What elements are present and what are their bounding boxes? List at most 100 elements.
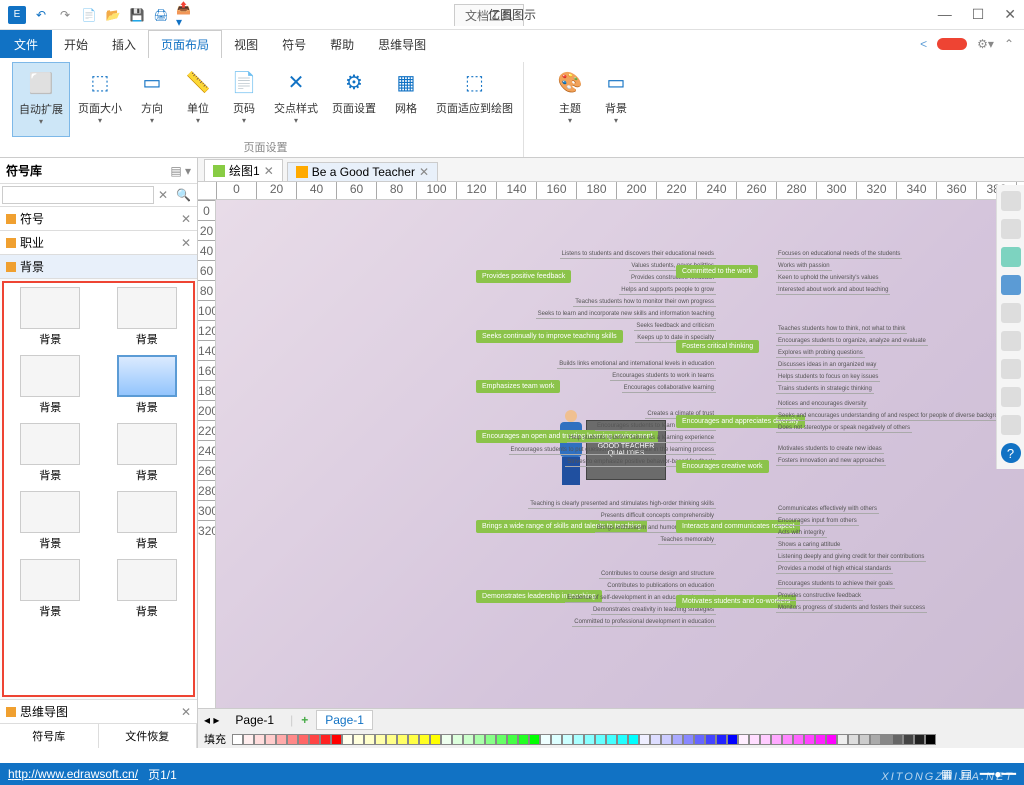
leaf[interactable]: Trains students in strategic thinking [776,385,874,394]
leaf[interactable]: Monitors progress of students and foster… [776,604,927,613]
user-badge[interactable] [937,38,967,50]
section-close-icon[interactable]: ✕ [181,705,191,719]
color-swatch[interactable] [771,734,782,745]
color-swatch[interactable] [331,734,342,745]
bg-thumb-8[interactable]: 背景 [8,559,93,619]
status-url[interactable]: http://www.edrawsoft.cn/ [8,767,138,781]
ribbon-方向[interactable]: ▭方向▾ [130,62,174,137]
color-swatch[interactable] [716,734,727,745]
maximize-icon[interactable]: ☐ [972,6,985,23]
color-swatch[interactable] [496,734,507,745]
leaf[interactable]: Fosters innovation and new approaches [776,457,886,466]
color-swatch[interactable] [892,734,903,745]
color-swatch[interactable] [628,734,639,745]
leaf[interactable]: Helps students to focus on key issues [776,373,880,382]
add-page-button[interactable]: + [301,713,308,727]
color-swatch[interactable] [518,734,529,745]
leaf[interactable]: Notices and encourages diversity [776,400,868,409]
color-swatch[interactable] [232,734,243,745]
leaf[interactable]: Provides constructive feedback [776,592,863,601]
color-swatch[interactable] [595,734,606,745]
sidebar-section-background[interactable]: 背景 [0,255,197,279]
bg-thumb-9[interactable]: 背景 [105,559,190,619]
share-icon[interactable]: < [920,37,927,51]
leaf[interactable]: Seeks and encourages understanding of an… [776,412,1013,421]
color-swatch[interactable] [617,734,628,745]
leaf[interactable]: Encourages students to put questions and… [509,446,716,455]
color-swatch[interactable] [606,734,617,745]
ribbon-网格[interactable]: ▦网格 [384,62,428,137]
color-swatch[interactable] [441,734,452,745]
color-swatch[interactable] [859,734,870,745]
leaf[interactable]: Encourages students to work in teams [610,372,716,381]
help-icon[interactable]: ? [1001,443,1021,463]
tool-globe-icon[interactable] [1001,359,1021,379]
color-swatch[interactable] [397,734,408,745]
color-swatch[interactable] [474,734,485,745]
ribbon-页面设置[interactable]: ⚙页面设置 [326,62,382,137]
doc-tab-1[interactable]: 绘图1 ✕ [204,159,283,181]
color-swatch[interactable] [870,734,881,745]
leaf[interactable]: Does not stereotype or speak negatively … [776,424,912,433]
color-swatch[interactable] [265,734,276,745]
sidebar-menu-icon[interactable]: ▤ ▾ [170,164,191,178]
ribbon-单位[interactable]: 📏单位▾ [176,62,220,137]
color-swatch[interactable] [364,734,375,745]
clear-icon[interactable]: ✕ [154,186,172,204]
color-swatch[interactable] [639,734,650,745]
color-swatch[interactable] [760,734,771,745]
settings-icon[interactable]: ⚙▾ [977,37,994,51]
color-swatch[interactable] [705,734,716,745]
menu-tab-思维导图[interactable]: 思维导图 [366,30,438,58]
minimize-icon[interactable]: — [938,6,952,23]
tool-layers-icon[interactable] [1001,303,1021,323]
color-swatch[interactable] [815,734,826,745]
color-swatch[interactable] [793,734,804,745]
leaf[interactable]: Teaches students how to monitor their ow… [573,298,716,307]
bg-thumb-6[interactable]: 背景 [8,491,93,551]
menu-tab-开始[interactable]: 开始 [52,30,100,58]
page-tab-1[interactable]: Page-1 [227,711,282,729]
leaf[interactable]: Interested about work and about teaching [776,286,890,295]
color-swatch[interactable] [375,734,386,745]
redo-icon[interactable]: ↷ [56,6,74,24]
new-icon[interactable]: 📄 [80,6,98,24]
color-swatch[interactable] [408,734,419,745]
tool-pointer-icon[interactable] [1001,191,1021,211]
color-swatch[interactable] [507,734,518,745]
tool-comment-icon[interactable] [1001,387,1021,407]
tool-text-icon[interactable] [1001,331,1021,351]
ribbon-页面大小[interactable]: ⬚页面大小▾ [72,62,128,137]
color-swatch[interactable] [353,734,364,745]
open-icon[interactable]: 📂 [104,6,122,24]
tool-draw-icon[interactable] [1001,219,1021,239]
menu-tab-符号[interactable]: 符号 [270,30,318,58]
tab-close-icon[interactable]: ✕ [419,165,429,179]
color-swatch[interactable] [804,734,815,745]
bg-thumb-1[interactable]: 背景 [105,287,190,347]
leaf[interactable]: Communicates effectively with others [776,505,879,514]
menu-tab-视图[interactable]: 视图 [222,30,270,58]
search-icon[interactable]: 🔍 [172,186,195,204]
bg-thumb-0[interactable]: 背景 [8,287,93,347]
color-swatch[interactable] [782,734,793,745]
color-swatch[interactable] [386,734,397,745]
leaf[interactable]: Encourages input from others [776,517,859,526]
color-swatch[interactable] [650,734,661,745]
leaf[interactable]: Works with passion [776,262,832,271]
app-icon[interactable]: E [8,6,26,24]
color-swatch[interactable] [914,734,925,745]
leaf[interactable]: Helps and supports people to grow [619,286,716,295]
branch-right-3[interactable]: Encourages creative work [676,460,769,473]
leaf[interactable]: Listening deeply and giving credit for t… [776,553,926,562]
tool-fill-icon[interactable] [1001,247,1021,267]
color-swatch[interactable] [463,734,474,745]
color-swatch[interactable] [309,734,320,745]
ribbon-自动扩展[interactable]: ⬜自动扩展▾ [12,62,70,137]
leaf[interactable]: Contributes to publications on education [605,582,716,591]
color-swatch[interactable] [529,734,540,745]
color-swatch[interactable] [452,734,463,745]
leaf[interactable]: Encourages collaborative learning [622,384,716,393]
color-swatch[interactable] [430,734,441,745]
leaf[interactable]: Contributes to course design and structu… [599,570,716,579]
